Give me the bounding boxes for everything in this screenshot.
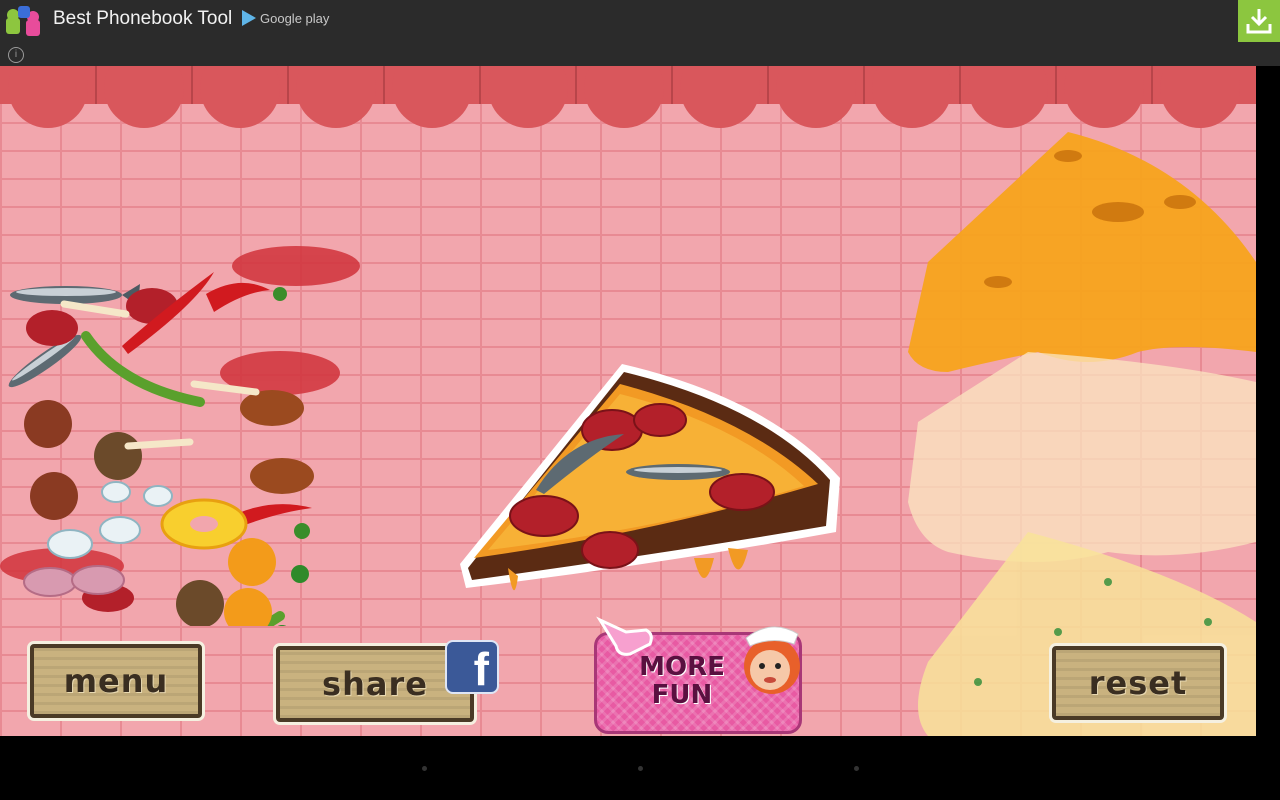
nav-back-dot[interactable] <box>422 766 427 771</box>
cheese-white-option[interactable] <box>908 352 1256 562</box>
screen-edge <box>1256 66 1280 736</box>
nav-recents-dot[interactable] <box>854 766 859 771</box>
chef-mascot-icon <box>744 626 800 694</box>
menu-button[interactable]: menu <box>30 644 202 718</box>
menu-button-label: menu <box>63 662 169 700</box>
google-play-label: Google play <box>260 10 330 26</box>
pineapple-ring-topping[interactable] <box>160 498 248 550</box>
google-play-icon <box>242 10 256 26</box>
meatball-topping[interactable] <box>24 400 78 520</box>
nav-home-dot[interactable] <box>638 766 643 771</box>
reset-button-label: reset <box>1088 664 1188 702</box>
download-icon <box>1246 9 1272 34</box>
cheese-orange-option[interactable] <box>908 132 1256 372</box>
reset-button[interactable]: reset <box>1052 646 1224 720</box>
toppings-tray <box>0 246 360 626</box>
game-canvas[interactable]: menu share f MORE FUN reset <box>0 66 1256 736</box>
cheese-selector[interactable] <box>888 122 1256 736</box>
sausage-topping[interactable] <box>240 390 314 494</box>
info-icon[interactable]: i <box>8 47 24 63</box>
google-play-badge[interactable]: Google play <box>242 8 329 28</box>
cheese-ball-topping[interactable] <box>224 538 276 626</box>
pizza-slice[interactable] <box>448 358 848 618</box>
pointing-hand-icon <box>596 616 653 656</box>
ad-banner[interactable]: Best Phonebook Tool Google play i <box>0 0 1280 66</box>
more-fun-label: MORE FUN <box>639 652 725 710</box>
download-button[interactable] <box>1238 0 1280 42</box>
share-button-label: share <box>322 665 428 703</box>
ad-app-name[interactable]: Best Phonebook Tool <box>53 8 232 30</box>
app-icon <box>6 6 40 36</box>
awning <box>0 66 1256 128</box>
system-navigation-bar <box>0 736 1280 800</box>
facebook-icon[interactable]: f <box>445 640 499 694</box>
